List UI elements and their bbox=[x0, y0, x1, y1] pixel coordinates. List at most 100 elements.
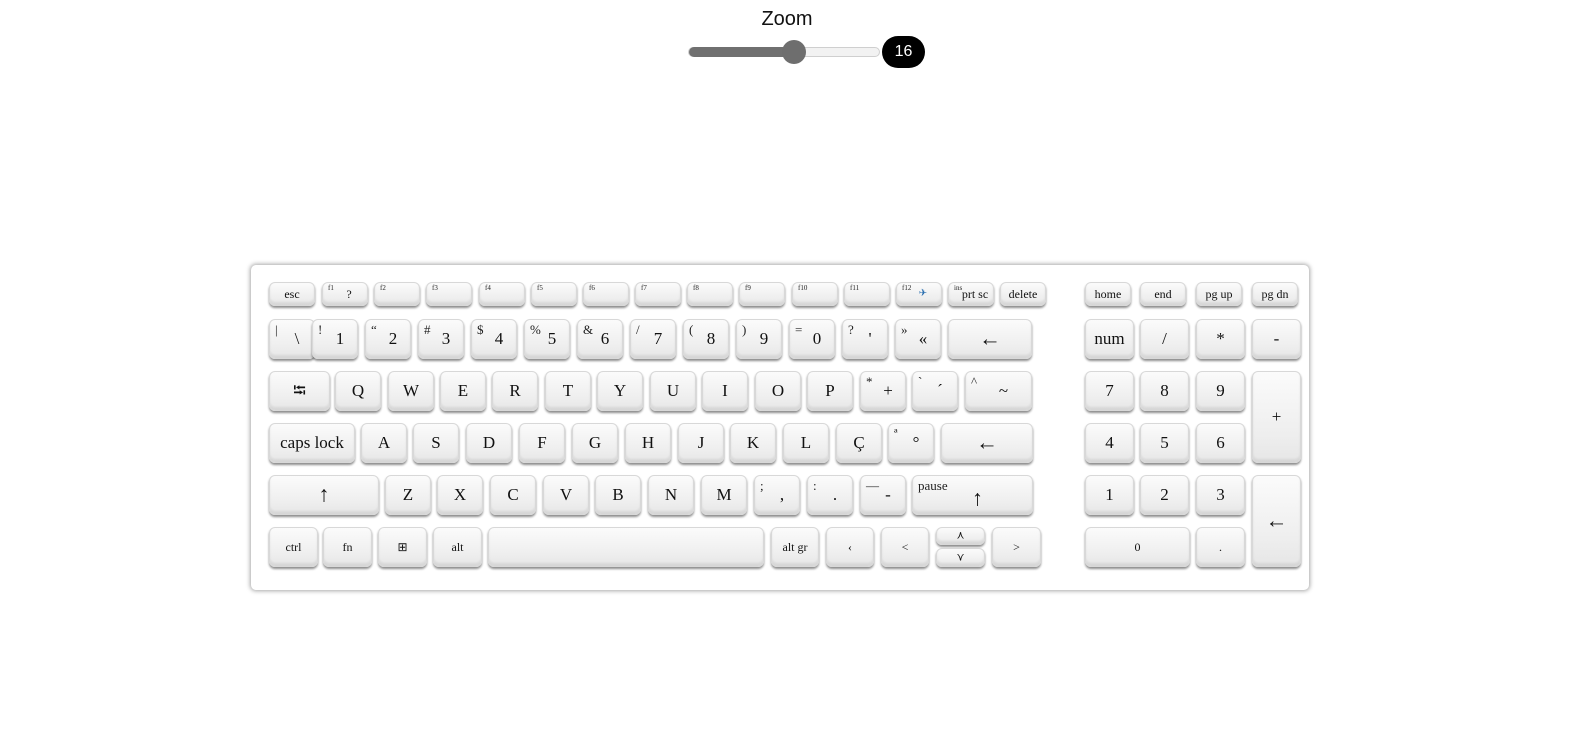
key-alt[interactable]: alt bbox=[433, 527, 482, 567]
key-num-2[interactable]: 2 bbox=[1140, 475, 1189, 515]
key-f4[interactable]: f4 bbox=[479, 282, 525, 306]
key-l[interactable]: L bbox=[783, 423, 829, 463]
key-degree[interactable]: ª ° bbox=[888, 423, 934, 463]
key-c-cedilla[interactable]: Ç bbox=[836, 423, 882, 463]
key-num-6[interactable]: 6 bbox=[1196, 423, 1245, 463]
key-f6[interactable]: f6 bbox=[583, 282, 629, 306]
key-num-enter[interactable]: ← bbox=[1252, 475, 1301, 567]
key-num-4[interactable]: 4 bbox=[1085, 423, 1134, 463]
key-num-1[interactable]: 1 bbox=[1085, 475, 1134, 515]
key-r[interactable]: R bbox=[492, 371, 538, 411]
key-plus[interactable]: * + bbox=[860, 371, 906, 411]
key-q[interactable]: Q bbox=[335, 371, 381, 411]
key-w[interactable]: W bbox=[388, 371, 434, 411]
key-d[interactable]: D bbox=[466, 423, 512, 463]
key-h[interactable]: H bbox=[625, 423, 671, 463]
key-f[interactable]: F bbox=[519, 423, 565, 463]
zoom-slider-thumb[interactable] bbox=[781, 40, 806, 64]
key-pg-up[interactable]: pg up bbox=[1196, 282, 1242, 306]
key-minus[interactable]: — - bbox=[860, 475, 906, 515]
key-period[interactable]: :. bbox=[807, 475, 853, 515]
key-5[interactable]: % 5 bbox=[524, 319, 570, 359]
key-3[interactable]: #3 bbox=[418, 319, 464, 359]
key-home[interactable]: home bbox=[1085, 282, 1131, 306]
key-g[interactable]: G bbox=[572, 423, 618, 463]
key-num-7[interactable]: 7 bbox=[1085, 371, 1134, 411]
key-num-minus[interactable]: - bbox=[1252, 319, 1301, 359]
key-fn[interactable]: fn bbox=[323, 527, 372, 567]
key-f8[interactable]: f8 bbox=[687, 282, 733, 306]
key-num-asterisk[interactable]: * bbox=[1196, 319, 1245, 359]
key-0[interactable]: = 0 bbox=[789, 319, 835, 359]
key-8[interactable]: (8 bbox=[683, 319, 729, 359]
key-less-than[interactable]: < bbox=[881, 527, 929, 567]
key-6[interactable]: & 6 bbox=[577, 319, 623, 359]
key-apostrophe[interactable]: ? ' bbox=[842, 319, 888, 359]
key-num-8[interactable]: 8 bbox=[1140, 371, 1189, 411]
key-num[interactable]: num bbox=[1085, 319, 1134, 359]
key-f12[interactable]: f12 ✈ bbox=[896, 282, 942, 306]
key-num-9[interactable]: 9 bbox=[1196, 371, 1245, 411]
key-f7[interactable]: f7 bbox=[635, 282, 681, 306]
key-9[interactable]: ) 9 bbox=[736, 319, 782, 359]
key-o[interactable]: O bbox=[755, 371, 801, 411]
key-end[interactable]: end bbox=[1140, 282, 1186, 306]
key-num-0[interactable]: 0 bbox=[1085, 527, 1190, 567]
key-backspace[interactable]: ← bbox=[948, 319, 1032, 359]
key-comma[interactable]: ;, bbox=[754, 475, 800, 515]
key-f1[interactable]: f1? bbox=[322, 282, 368, 306]
key-left-shift[interactable]: ↑ bbox=[269, 475, 379, 515]
key-1[interactable]: ! 1 bbox=[312, 319, 358, 359]
key-z[interactable]: Z bbox=[385, 475, 431, 515]
key-4[interactable]: $4 bbox=[471, 319, 517, 359]
key-arrow-left[interactable]: ‹ bbox=[826, 527, 874, 567]
key-x[interactable]: X bbox=[437, 475, 483, 515]
key-num-plus[interactable]: + bbox=[1252, 371, 1301, 463]
key-j[interactable]: J bbox=[678, 423, 724, 463]
key-caps-lock[interactable]: caps lock bbox=[269, 423, 355, 463]
key-windows[interactable]: ⊞ bbox=[378, 527, 427, 567]
key-u[interactable]: U bbox=[650, 371, 696, 411]
key-guillemet[interactable]: » « bbox=[895, 319, 941, 359]
key-7[interactable]: /7 bbox=[630, 319, 676, 359]
key-prt-sc[interactable]: ins prt sc bbox=[948, 282, 994, 306]
key-c[interactable]: C bbox=[490, 475, 536, 515]
key-a[interactable]: A bbox=[361, 423, 407, 463]
key-tab[interactable]: ⭾ bbox=[269, 371, 330, 411]
key-f5[interactable]: f5 bbox=[531, 282, 577, 306]
key-m[interactable]: M bbox=[701, 475, 747, 515]
key-arrow-down[interactable]: ⋎ bbox=[936, 548, 985, 567]
key-y[interactable]: Y bbox=[597, 371, 643, 411]
key-n[interactable]: N bbox=[648, 475, 694, 515]
key-p[interactable]: P bbox=[807, 371, 853, 411]
key-num-3[interactable]: 3 bbox=[1196, 475, 1245, 515]
key-backslash[interactable]: | \ bbox=[269, 319, 315, 359]
key-num-5[interactable]: 5 bbox=[1140, 423, 1189, 463]
key-right-shift[interactable]: pause ↑ bbox=[912, 475, 1033, 515]
key-pg-dn[interactable]: pg dn bbox=[1252, 282, 1298, 306]
key-acute[interactable]: ` ´ bbox=[912, 371, 958, 411]
key-num-period[interactable]: . bbox=[1196, 527, 1245, 567]
key-f10[interactable]: f10 bbox=[792, 282, 838, 306]
key-f3[interactable]: f3 bbox=[426, 282, 472, 306]
key-esc[interactable]: esc bbox=[269, 282, 315, 306]
key-t[interactable]: T bbox=[545, 371, 591, 411]
key-f9[interactable]: f9 bbox=[739, 282, 785, 306]
key-v[interactable]: V bbox=[543, 475, 589, 515]
key-2[interactable]: “2 bbox=[365, 319, 411, 359]
key-e[interactable]: E bbox=[440, 371, 486, 411]
key-f2[interactable]: f2 bbox=[374, 282, 420, 306]
key-num-slash[interactable]: / bbox=[1140, 319, 1189, 359]
key-s[interactable]: S bbox=[413, 423, 459, 463]
key-enter[interactable]: ← bbox=[941, 423, 1033, 463]
key-f11[interactable]: f11 bbox=[844, 282, 890, 306]
key-b[interactable]: B bbox=[595, 475, 641, 515]
key-greater-than[interactable]: > bbox=[992, 527, 1041, 567]
key-i[interactable]: I bbox=[702, 371, 748, 411]
key-tilde[interactable]: ^ ~ bbox=[965, 371, 1032, 411]
key-delete[interactable]: delete bbox=[1000, 282, 1046, 306]
key-arrow-up[interactable]: ⋏ bbox=[936, 527, 985, 545]
key-k[interactable]: K bbox=[730, 423, 776, 463]
key-space[interactable] bbox=[488, 527, 764, 567]
key-ctrl[interactable]: ctrl bbox=[269, 527, 318, 567]
